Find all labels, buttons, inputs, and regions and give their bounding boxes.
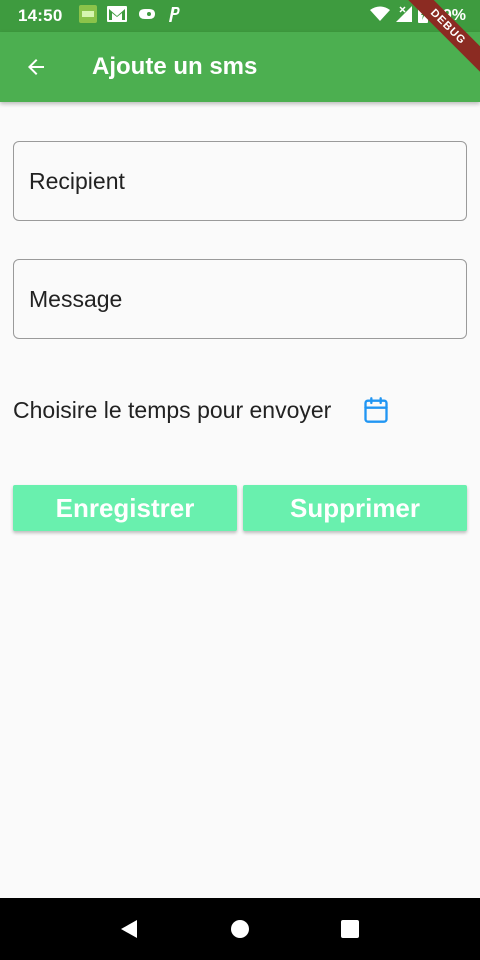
save-button[interactable]: Enregistrer [13,485,237,531]
send-time-row: Choisire le temps pour envoyer [13,386,467,434]
status-bar: 14:50 99% [0,0,480,32]
calendar-icon [364,397,388,423]
status-time: 14:50 [18,6,63,25]
nav-home-button[interactable] [229,918,251,940]
signal-icon [395,5,412,27]
gmail-icon [107,5,128,27]
nav-back-button[interactable] [118,918,140,940]
nav-recents-button[interactable] [339,918,361,940]
notification-icons [79,4,181,28]
back-button[interactable] [18,49,54,85]
battery-percent: 99% [433,7,466,24]
app-bar: Ajoute un sms [0,32,480,102]
app-notification-icon [79,4,98,28]
message-input[interactable] [29,285,466,313]
recipient-input[interactable] [29,167,466,195]
wifi-icon [369,6,390,27]
game-controller-icon [137,7,157,26]
date-picker-button[interactable] [361,395,391,425]
system-nav-bar [0,898,480,960]
battery-icon [417,4,428,28]
system-status: 99% [369,4,466,28]
recipient-field[interactable] [13,141,467,221]
parking-icon [167,5,181,28]
delete-button[interactable]: Supprimer [243,485,467,531]
back-triangle-icon [121,920,137,938]
arrow-back-icon [28,59,44,75]
message-field[interactable] [13,259,467,339]
home-circle-icon [231,920,249,938]
page-title: Ajoute un sms [92,53,258,80]
send-time-label: Choisire le temps pour envoyer [13,396,332,423]
recents-square-icon [341,920,359,938]
